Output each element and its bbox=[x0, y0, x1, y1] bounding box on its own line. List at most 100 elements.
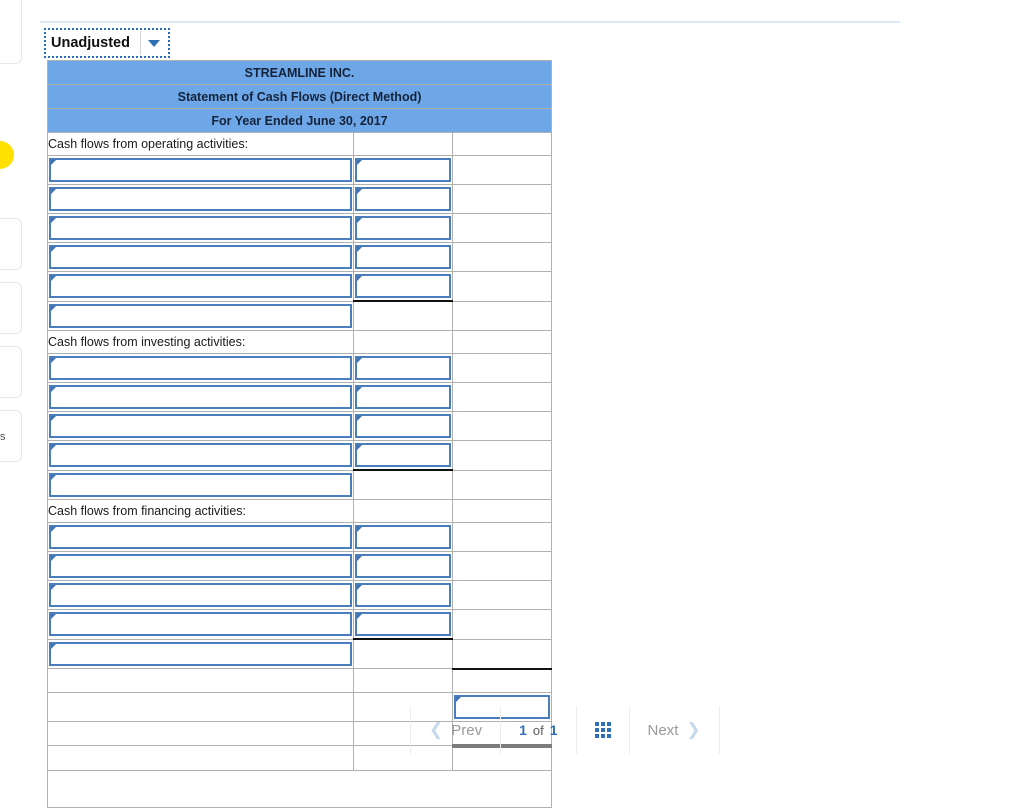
description-input[interactable] bbox=[49, 641, 352, 666]
amount-input-cell[interactable] bbox=[353, 522, 453, 552]
description-input[interactable] bbox=[49, 443, 352, 468]
subtotal-description-input-cell[interactable] bbox=[47, 469, 354, 500]
amount-cell bbox=[451, 469, 553, 500]
amount-cell bbox=[451, 411, 553, 441]
amount-input-cell[interactable] bbox=[353, 242, 453, 272]
amount-input[interactable] bbox=[355, 554, 451, 578]
edge-card[interactable] bbox=[0, 0, 22, 64]
description-input[interactable] bbox=[49, 274, 352, 299]
description-input[interactable] bbox=[49, 245, 352, 269]
table-row bbox=[47, 551, 553, 581]
description-input-cell[interactable] bbox=[47, 213, 354, 243]
description-input[interactable] bbox=[49, 303, 352, 328]
amount-input[interactable] bbox=[355, 443, 451, 467]
amount-input-cell[interactable] bbox=[353, 353, 453, 383]
amount-input-cell[interactable] bbox=[353, 580, 453, 610]
chevron-right-icon: ❯ bbox=[686, 720, 701, 739]
description-input[interactable] bbox=[49, 187, 352, 211]
subtotal-description-input-cell[interactable] bbox=[47, 300, 354, 331]
edge-clipped-label: s bbox=[0, 431, 6, 443]
amount-input[interactable] bbox=[355, 187, 451, 211]
description-input-cell[interactable] bbox=[47, 522, 354, 552]
description-input-cell[interactable] bbox=[47, 551, 354, 581]
description-input-cell[interactable] bbox=[47, 155, 354, 185]
table-row bbox=[47, 155, 553, 185]
amount-input-cell[interactable] bbox=[353, 551, 453, 581]
page-indicator: 1 of 1 bbox=[501, 706, 577, 754]
amount-cell bbox=[451, 522, 553, 552]
description-input-cell[interactable] bbox=[47, 271, 354, 302]
table-row bbox=[47, 411, 553, 441]
description-input[interactable] bbox=[49, 216, 352, 240]
description-input[interactable] bbox=[49, 612, 352, 637]
description-input-cell[interactable] bbox=[47, 440, 354, 471]
amount-input-cell[interactable] bbox=[353, 411, 453, 441]
adjustment-selector-toggle[interactable] bbox=[139, 31, 167, 55]
grid-view-icon bbox=[594, 722, 611, 738]
amount-input-cell[interactable] bbox=[353, 609, 453, 640]
amount-input[interactable] bbox=[355, 356, 451, 380]
table-row bbox=[47, 522, 553, 552]
grid-view-button[interactable] bbox=[577, 706, 630, 754]
description-input-cell[interactable] bbox=[47, 184, 354, 214]
amount-input[interactable] bbox=[355, 385, 451, 409]
section-label-investing: Cash flows from investing activities: bbox=[47, 330, 354, 354]
description-input[interactable] bbox=[49, 583, 352, 607]
amount-input[interactable] bbox=[355, 612, 451, 636]
edge-card[interactable] bbox=[0, 282, 22, 334]
description-cell bbox=[47, 745, 354, 771]
prev-page-button[interactable]: ❮ Prev bbox=[411, 706, 502, 754]
amount-input-cell[interactable] bbox=[353, 271, 453, 302]
table-row bbox=[47, 382, 553, 412]
amount-cell bbox=[451, 580, 553, 610]
amount-cell bbox=[353, 469, 453, 500]
amount-cell bbox=[353, 499, 453, 523]
table-row bbox=[47, 242, 553, 272]
amount-input-cell[interactable] bbox=[353, 184, 453, 214]
adjustment-selector[interactable]: Unadjusted bbox=[44, 28, 170, 58]
amount-input-cell[interactable] bbox=[353, 440, 453, 471]
amount-cell bbox=[451, 609, 553, 640]
amount-input[interactable] bbox=[355, 274, 451, 298]
next-page-label: Next bbox=[647, 721, 679, 739]
amount-input[interactable] bbox=[355, 525, 451, 549]
amount-cell bbox=[451, 155, 553, 185]
description-input[interactable] bbox=[49, 472, 352, 497]
cash-flow-worksheet: STREAMLINE INC. Statement of Cash Flows … bbox=[46, 60, 553, 808]
amount-cell bbox=[451, 551, 553, 581]
chevron-left-icon: ❮ bbox=[429, 720, 444, 739]
description-input-cell[interactable] bbox=[47, 382, 354, 412]
amount-input-cell[interactable] bbox=[353, 155, 453, 185]
description-input-cell[interactable] bbox=[47, 242, 354, 272]
amount-input[interactable] bbox=[355, 583, 451, 607]
current-page-number: 1 bbox=[519, 722, 527, 738]
description-input[interactable] bbox=[49, 554, 352, 578]
amount-cell bbox=[353, 668, 453, 693]
description-input[interactable] bbox=[49, 158, 352, 182]
edge-card[interactable] bbox=[0, 346, 22, 398]
amount-input[interactable] bbox=[355, 414, 451, 438]
amount-input[interactable] bbox=[355, 245, 451, 269]
edge-card[interactable] bbox=[0, 218, 22, 270]
amount-input[interactable] bbox=[355, 216, 451, 240]
description-input[interactable] bbox=[49, 356, 352, 380]
statement-title: Statement of Cash Flows (Direct Method) bbox=[46, 84, 553, 109]
amount-cell bbox=[353, 330, 453, 354]
amount-input-cell[interactable] bbox=[353, 382, 453, 412]
description-cell bbox=[47, 668, 354, 693]
amount-cell bbox=[353, 300, 453, 331]
description-input[interactable] bbox=[49, 385, 352, 409]
description-input-cell[interactable] bbox=[47, 353, 354, 383]
section-label-financing: Cash flows from financing activities: bbox=[47, 499, 354, 523]
amount-input-cell[interactable] bbox=[353, 213, 453, 243]
description-input[interactable] bbox=[49, 525, 352, 549]
description-input-cell[interactable] bbox=[47, 411, 354, 441]
table-row bbox=[47, 440, 553, 471]
next-page-button[interactable]: Next ❯ bbox=[630, 706, 719, 754]
description-input-cell[interactable] bbox=[47, 609, 354, 640]
description-input[interactable] bbox=[49, 414, 352, 438]
subtotal-description-input-cell[interactable] bbox=[47, 638, 354, 669]
left-edge-strip: s bbox=[0, 0, 40, 761]
amount-input[interactable] bbox=[355, 158, 451, 182]
description-input-cell[interactable] bbox=[47, 580, 354, 610]
